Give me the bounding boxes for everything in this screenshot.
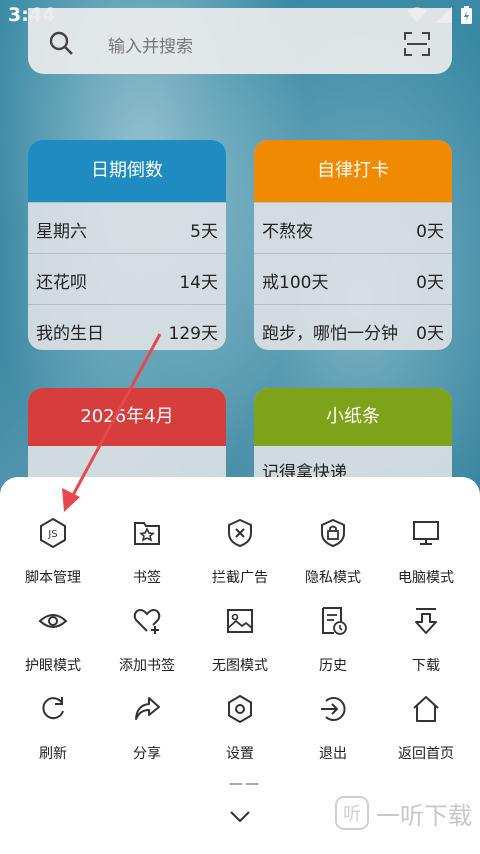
svg-text:JS: JS [47, 529, 57, 540]
checkin-row: 戒100天 0天 [254, 253, 452, 304]
search-icon[interactable] [48, 30, 74, 56]
countdown-row-label: 我的生日 [36, 324, 104, 344]
checkin-row-value: 0天 [416, 273, 444, 293]
watermark: 听 一听下载 [334, 795, 472, 831]
desktop-monitor-icon [413, 521, 439, 545]
checkin-row-value: 0天 [416, 222, 444, 242]
menu-item-label: 分享 [133, 746, 161, 762]
checkin-row: 跑步，哪怕一分钟 0天 [254, 304, 452, 350]
countdown-row-value: 5天 [190, 222, 218, 242]
menu-item-label: 历史 [319, 658, 347, 674]
countdown-row: 还花呗 14天 [28, 253, 226, 304]
svg-text:听: 听 [343, 804, 361, 825]
menu-item-label: 设置 [226, 746, 254, 762]
checkin-row-label: 跑步，哪怕一分钟 [262, 324, 398, 344]
exit-icon [321, 697, 346, 721]
heart-plus-icon [133, 609, 161, 634]
menu-item-history[interactable]: 历史 [285, 605, 381, 675]
ad-block-shield-icon [228, 518, 252, 548]
menu-item-exit[interactable]: 退出 [285, 693, 381, 763]
menu-bottom-sheet: JS 脚本管理 书签 拦截广告 隐私模式 电脑模式 护眼模式 添加书签 无图模式… [0, 477, 480, 854]
countdown-row-label: 星期六 [36, 222, 87, 242]
menu-item-label: 退出 [319, 746, 347, 762]
menu-item-label: 隐私模式 [305, 570, 361, 586]
search-placeholder[interactable]: 输入并搜索 [108, 32, 193, 57]
menu-item-add-bookmark[interactable]: 添加书签 [99, 605, 195, 675]
checkin-row-value: 0天 [416, 324, 444, 344]
calendar-card-title: 2026年4月 [28, 388, 226, 446]
history-icon [322, 607, 347, 635]
notes-card-title: 小纸条 [254, 388, 452, 446]
menu-item-bookmarks[interactable]: 书签 [99, 517, 195, 587]
menu-item-no-image[interactable]: 无图模式 [192, 605, 288, 675]
menu-separator: —— [229, 776, 261, 792]
chevron-down-icon[interactable] [228, 809, 252, 825]
menu-item-ad-block[interactable]: 拦截广告 [192, 517, 288, 587]
scan-icon[interactable] [404, 32, 430, 56]
menu-item-desktop-mode[interactable]: 电脑模式 [378, 517, 474, 587]
watermark-text: 一听下载 [376, 801, 472, 830]
countdown-row-value: 14天 [179, 273, 218, 293]
countdown-row-value: 129天 [168, 324, 218, 344]
watermark-logo-icon: 听 [335, 796, 369, 830]
menu-item-script-manager[interactable]: JS 脚本管理 [5, 517, 101, 587]
share-icon [135, 697, 160, 720]
menu-item-label: 电脑模式 [398, 570, 454, 586]
checkin-row: 不熬夜 0天 [254, 202, 452, 253]
countdown-card-title: 日期倒数 [28, 140, 226, 202]
search-bar[interactable]: 输入并搜索 [28, 8, 452, 74]
menu-item-label: 返回首页 [398, 746, 454, 762]
download-icon [415, 608, 437, 634]
menu-item-label: 护眼模式 [25, 658, 81, 674]
countdown-card[interactable]: 日期倒数 星期六 5天 还花呗 14天 我的生日 129天 [28, 140, 226, 350]
battery-icon [461, 6, 472, 24]
js-script-icon: JS [40, 517, 66, 549]
no-image-icon [227, 609, 253, 633]
menu-item-download[interactable]: 下载 [378, 605, 474, 675]
countdown-row-label: 还花呗 [36, 273, 87, 293]
menu-item-label: 添加书签 [119, 658, 175, 674]
countdown-row: 我的生日 129天 [28, 304, 226, 350]
menu-item-label: 拦截广告 [212, 570, 268, 586]
menu-item-label: 下载 [412, 658, 440, 674]
menu-item-share[interactable]: 分享 [99, 693, 195, 763]
menu-item-label: 无图模式 [212, 658, 268, 674]
home-icon [413, 696, 439, 722]
menu-item-settings[interactable]: 设置 [192, 693, 288, 763]
menu-item-label: 脚本管理 [25, 570, 81, 586]
menu-item-eye-care[interactable]: 护眼模式 [5, 605, 101, 675]
menu-item-privacy-mode[interactable]: 隐私模式 [285, 517, 381, 587]
eye-icon [38, 614, 68, 628]
menu-item-home[interactable]: 返回首页 [378, 693, 474, 763]
bookmark-star-icon [134, 522, 160, 545]
checkin-card-title: 自律打卡 [254, 140, 452, 202]
privacy-lock-shield-icon [321, 518, 345, 548]
checkin-card[interactable]: 自律打卡 不熬夜 0天 戒100天 0天 跑步，哪怕一分钟 0天 [254, 140, 452, 350]
checkin-row-label: 不熬夜 [262, 222, 313, 242]
checkin-row-label: 戒100天 [262, 273, 329, 293]
settings-hex-icon [228, 694, 252, 724]
menu-item-label: 刷新 [39, 746, 67, 762]
menu-item-refresh[interactable]: 刷新 [5, 693, 101, 763]
menu-item-label: 书签 [133, 570, 161, 586]
refresh-icon [42, 697, 64, 720]
countdown-row: 星期六 5天 [28, 202, 226, 253]
